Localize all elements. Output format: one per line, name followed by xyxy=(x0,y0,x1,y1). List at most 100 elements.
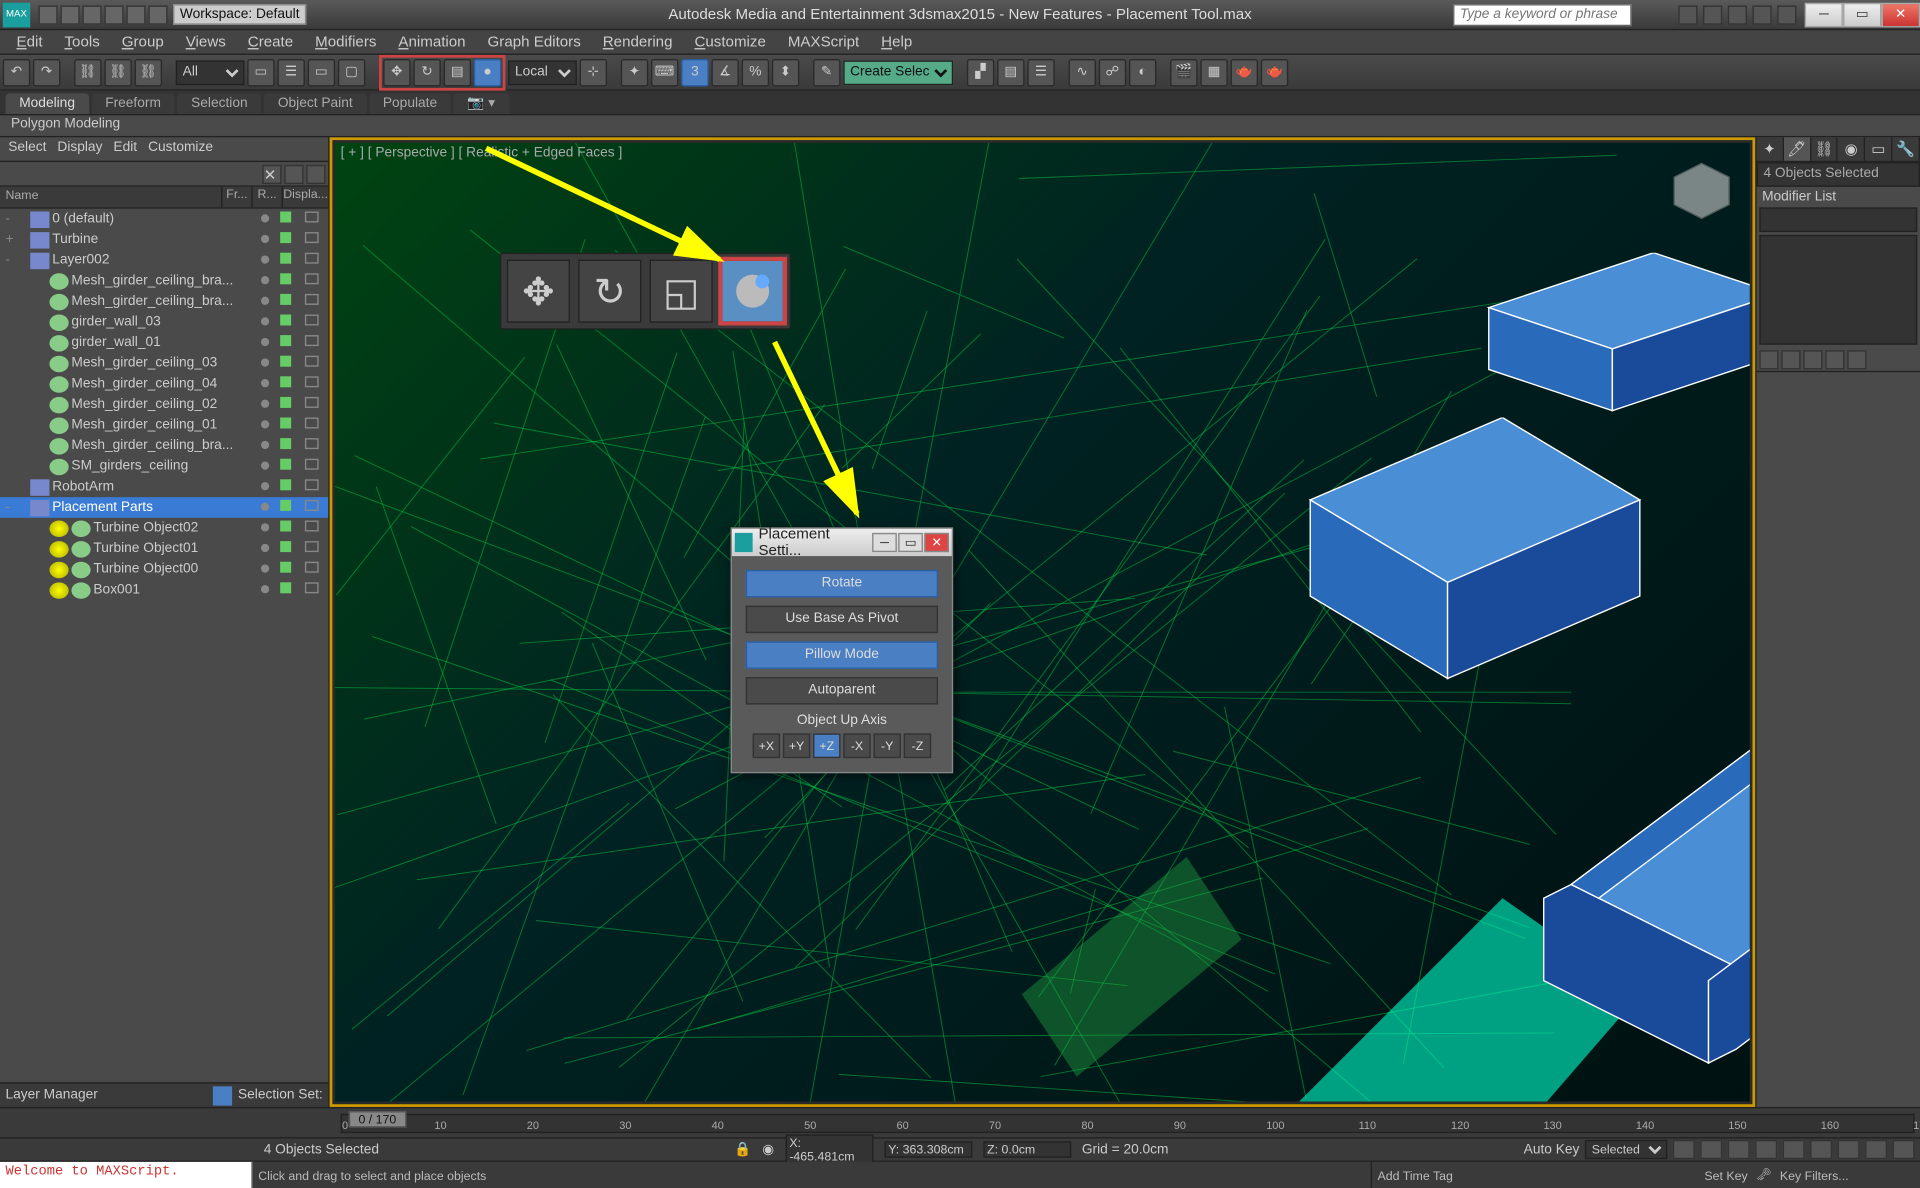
select-icon[interactable]: ▭ xyxy=(247,58,274,85)
undo-icon[interactable] xyxy=(104,5,123,24)
rotate-icon[interactable]: ↻ xyxy=(413,58,440,85)
tree-row[interactable]: Mesh_girder_ceiling_bra... xyxy=(0,291,328,312)
autoparent-button[interactable]: Autoparent xyxy=(746,677,938,704)
lp-tab-customize[interactable]: Customize xyxy=(148,140,213,158)
nav-icon[interactable] xyxy=(1838,1140,1860,1159)
manipulate-icon[interactable]: ✦ xyxy=(621,58,648,85)
keymode-dropdown[interactable]: Selected xyxy=(1585,1140,1667,1159)
goto-start-icon[interactable] xyxy=(1673,1140,1695,1159)
region-rect-icon[interactable]: ▭ xyxy=(308,58,335,85)
curve-editor-icon[interactable]: ∿ xyxy=(1069,58,1096,85)
axis-button-nX[interactable]: -X xyxy=(843,733,870,758)
menu-help[interactable]: Help xyxy=(870,32,923,51)
percent-snap-icon[interactable]: % xyxy=(742,58,769,85)
layer-tree[interactable]: -0 (default)+Turbine-Layer002Mesh_girder… xyxy=(0,209,328,1082)
tree-row[interactable]: RobotArm xyxy=(0,477,328,498)
minimize-button[interactable]: ─ xyxy=(1805,2,1843,27)
col-render[interactable]: R... xyxy=(251,187,281,208)
snap-toggle-icon[interactable]: 3 xyxy=(681,58,708,85)
y-coord[interactable]: Y: 363.308cm xyxy=(884,1141,972,1157)
nav-icon[interactable] xyxy=(1893,1140,1915,1159)
use-base-pivot-button[interactable]: Use Base As Pivot xyxy=(746,606,938,633)
menu-create[interactable]: Create xyxy=(237,32,304,51)
ref-coord-dropdown[interactable]: Local xyxy=(508,60,577,85)
layers-icon[interactable]: ☰ xyxy=(1027,58,1054,85)
ribbon-tab-selection[interactable]: Selection xyxy=(177,93,261,114)
mirror-icon[interactable]: ▞ xyxy=(967,58,994,85)
configure-icon[interactable] xyxy=(1847,350,1866,369)
viewport[interactable]: [ + ] [ Perspective ] [ Realistic + Edge… xyxy=(330,137,1756,1107)
open-icon[interactable] xyxy=(60,5,79,24)
menu-modifiers[interactable]: Modifiers xyxy=(304,32,387,51)
move-icon[interactable]: ✥ xyxy=(383,58,410,85)
new-icon[interactable] xyxy=(38,5,57,24)
app-logo[interactable]: MAX xyxy=(3,2,30,27)
render-setup-icon[interactable]: 🎬 xyxy=(1170,58,1197,85)
modify-tab-icon[interactable]: 🖊 xyxy=(1784,137,1811,160)
rotate-button[interactable]: Rotate xyxy=(746,570,938,597)
lp-tab-display[interactable]: Display xyxy=(57,140,102,158)
isolate-icon[interactable]: ◉ xyxy=(762,1142,774,1157)
save-icon[interactable] xyxy=(82,5,101,24)
tree-row[interactable]: Turbine Object01 xyxy=(0,538,328,559)
lp-tab-edit[interactable]: Edit xyxy=(113,140,137,158)
display-tab-icon[interactable]: ▭ xyxy=(1866,137,1893,160)
show-result-icon[interactable] xyxy=(1781,350,1800,369)
ribbon-tab-modeling[interactable]: Modeling xyxy=(5,93,88,114)
ribbon-tab-objectpaint[interactable]: Object Paint xyxy=(264,93,366,114)
favorites-icon[interactable] xyxy=(1703,5,1722,24)
axis-button-nZ[interactable]: -Z xyxy=(904,733,931,758)
render-icon[interactable]: 🫖 xyxy=(1231,58,1258,85)
time-slider[interactable]: 0 / 170 01020304050607080901001101201301… xyxy=(0,1107,1920,1137)
schematic-icon[interactable]: ☍ xyxy=(1099,58,1126,85)
setkey-button[interactable]: Set Key xyxy=(1704,1168,1747,1182)
col-frozen[interactable]: Fr... xyxy=(221,187,251,208)
menu-edit[interactable]: Edit xyxy=(5,32,53,51)
placement-icon[interactable]: ● xyxy=(474,58,501,85)
box-object[interactable] xyxy=(1461,253,1749,422)
goto-end-icon[interactable] xyxy=(1783,1140,1805,1159)
tree-row[interactable]: Mesh_girder_ceiling_01 xyxy=(0,415,328,436)
z-coord[interactable]: Z: 0.0cm xyxy=(983,1141,1071,1157)
unique-icon[interactable] xyxy=(1803,350,1822,369)
link-icon[interactable]: ⛓ xyxy=(74,58,101,85)
tree-row[interactable]: -Placement Parts xyxy=(0,497,328,518)
redo-icon[interactable] xyxy=(126,5,145,24)
x-coord[interactable]: X: -465.481cm xyxy=(785,1134,873,1164)
keyboard-shortcut-icon[interactable]: ⌨ xyxy=(651,58,678,85)
link-icon[interactable] xyxy=(148,5,167,24)
add-time-tag[interactable]: Add Time Tag xyxy=(1378,1168,1453,1182)
align-icon[interactable]: ▤ xyxy=(997,58,1024,85)
pillow-mode-button[interactable]: Pillow Mode xyxy=(746,641,938,668)
tree-row[interactable]: Mesh_girder_ceiling_bra... xyxy=(0,271,328,292)
col-name[interactable]: Name xyxy=(0,187,221,208)
filter-icon[interactable] xyxy=(306,165,325,184)
exchange-icon[interactable] xyxy=(1752,5,1771,24)
menu-group[interactable]: Group xyxy=(111,32,175,51)
menu-rendering[interactable]: Rendering xyxy=(592,32,684,51)
utilities-tab-icon[interactable]: 🔧 xyxy=(1893,137,1920,160)
move-button[interactable]: ✥ xyxy=(507,260,570,323)
selection-filter-dropdown[interactable]: All xyxy=(176,60,245,85)
nav-icon[interactable] xyxy=(1865,1140,1887,1159)
nav-icon[interactable] xyxy=(1810,1140,1832,1159)
tree-row[interactable]: girder_wall_01 xyxy=(0,332,328,353)
tree-row[interactable]: Mesh_girder_ceiling_04 xyxy=(0,374,328,395)
search-icon[interactable] xyxy=(284,165,303,184)
rotate-button[interactable]: ↻ xyxy=(578,260,641,323)
dialog-minimize-button[interactable]: ─ xyxy=(872,533,897,552)
search-input[interactable] xyxy=(1453,3,1632,25)
key-icon[interactable]: 🗝 xyxy=(1756,1167,1772,1182)
axis-button-pY[interactable]: +Y xyxy=(783,733,810,758)
tree-row[interactable]: -Layer002 xyxy=(0,250,328,271)
tree-row[interactable]: Mesh_girder_ceiling_03 xyxy=(0,353,328,374)
next-frame-icon[interactable] xyxy=(1755,1140,1777,1159)
ribbon-tab-freeform[interactable]: Freeform xyxy=(91,93,174,114)
render-prod-icon[interactable]: 🫖 xyxy=(1261,58,1288,85)
tree-row[interactable]: SM_girders_ceiling xyxy=(0,456,328,477)
autokey-button[interactable]: Auto Key xyxy=(1524,1142,1580,1157)
play-icon[interactable] xyxy=(1728,1140,1750,1159)
angle-snap-icon[interactable]: ∡ xyxy=(711,58,738,85)
window-crossing-icon[interactable]: ▢ xyxy=(338,58,365,85)
close-icon[interactable]: ✕ xyxy=(262,165,281,184)
